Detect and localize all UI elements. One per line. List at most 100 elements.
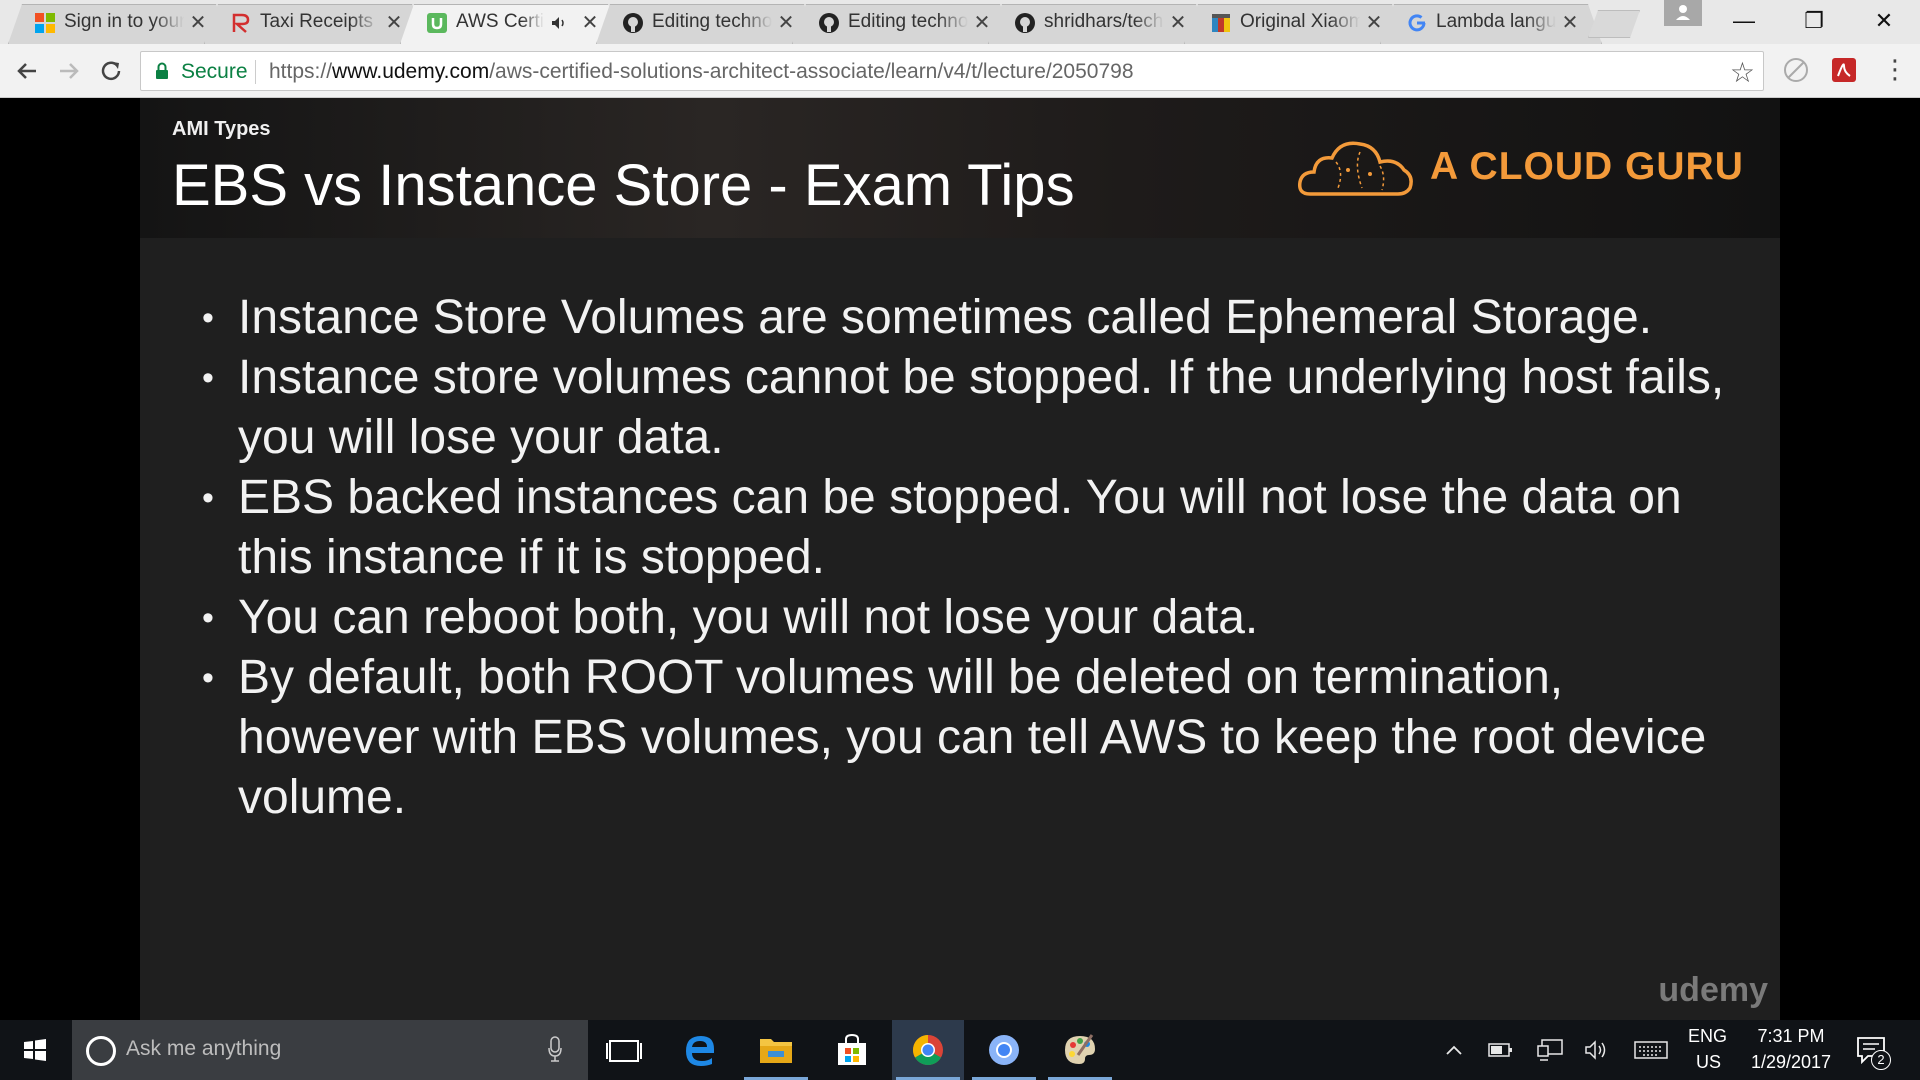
tab-title: shridhars/tech xyxy=(1044,11,1164,32)
tab-aws-certified[interactable]: AWS Certified ✕ xyxy=(400,4,622,44)
cloud-logo-icon xyxy=(1297,141,1413,196)
bullet-item: • Instance Store Volumes are sometimes ca… xyxy=(190,288,1750,348)
tab-original-xiaomi[interactable]: Original Xiaom ✕ xyxy=(1184,4,1406,44)
bullet-dot: • xyxy=(202,359,214,397)
bullet-item: • Instance store volumes cannot be stoppe… xyxy=(190,348,1750,468)
input-language[interactable]: ENG xyxy=(1688,1026,1727,1047)
chevron-up-icon[interactable] xyxy=(1444,1040,1464,1060)
tab-strip: Sign in to your ✕ Taxi Receipts ✕ AWS Ce… xyxy=(0,0,1920,44)
bullet-dot: • xyxy=(202,299,214,337)
secure-label: Secure xyxy=(181,60,248,83)
paint-palette-icon xyxy=(1065,1034,1095,1064)
pdf-extension-icon[interactable] xyxy=(1830,56,1858,84)
chromium-icon xyxy=(989,1035,1019,1065)
audio-playing-icon[interactable] xyxy=(550,14,568,32)
person-icon xyxy=(1676,5,1690,20)
tab-lambda[interactable]: Lambda langu ✕ xyxy=(1380,4,1602,44)
clock-date[interactable]: 1/29/2017 xyxy=(1746,1052,1836,1073)
task-view-button[interactable] xyxy=(588,1020,660,1080)
microphone-icon[interactable] xyxy=(548,1036,562,1062)
taskbar-paint[interactable] xyxy=(1044,1020,1116,1080)
section-label: AMI Types xyxy=(172,118,271,140)
taskbar-chrome[interactable] xyxy=(892,1020,964,1080)
bullet-item: • By default, both ROOT volumes will be d… xyxy=(190,648,1750,828)
store-bag-icon xyxy=(838,1033,866,1065)
omnibox-divider xyxy=(255,60,256,84)
slide-title: EBS vs Instance Store - Exam Tips xyxy=(172,153,1075,218)
tab-close-icon[interactable]: ✕ xyxy=(1558,10,1582,35)
slide-header: AMI Types EBS vs Instance Store - Exam T… xyxy=(140,98,1780,238)
taskbar-edge[interactable] xyxy=(664,1020,736,1080)
bullet-list: • Instance Store Volumes are sometimes ca… xyxy=(190,288,1750,828)
volume-icon[interactable] xyxy=(1584,1038,1610,1062)
bullet-dot: • xyxy=(202,659,214,697)
udemy-icon xyxy=(427,13,447,33)
bullet-text: Instance store volumes cannot be stopped… xyxy=(238,351,1725,464)
tab-sign-in[interactable]: Sign in to your ✕ xyxy=(8,4,230,44)
edge-browser-icon xyxy=(686,1036,714,1066)
forward-arrow-icon[interactable] xyxy=(54,56,84,86)
bullet-text: You can reboot both, you will not lose y… xyxy=(238,591,1259,644)
windows-taskbar: Ask me anything ENG US 7:31 PM 1/29/2017… xyxy=(0,1020,1920,1080)
taskbar-store[interactable] xyxy=(816,1020,888,1080)
bullet-dot: • xyxy=(202,479,214,517)
tab-editing-1[interactable]: Editing techno ✕ xyxy=(596,4,818,44)
profile-avatar[interactable] xyxy=(1664,0,1702,26)
reload-icon[interactable] xyxy=(96,56,126,86)
lock-icon xyxy=(156,62,168,79)
bullet-text: By default, both ROOT volumes will be de… xyxy=(238,651,1707,824)
cortana-icon xyxy=(86,1036,116,1066)
battery-icon[interactable] xyxy=(1488,1040,1514,1060)
folder-icon xyxy=(760,1039,792,1063)
github-icon xyxy=(1015,13,1035,33)
extension-disabled-icon[interactable] xyxy=(1782,56,1810,84)
bullet-item: • EBS backed instances can be stopped. Yo… xyxy=(190,468,1750,588)
tab-title: Original Xiaom xyxy=(1240,11,1360,32)
close-window-button[interactable]: ✕ xyxy=(1856,4,1912,38)
github-icon xyxy=(819,13,839,33)
logo-text: A CLOUD GURU xyxy=(1430,145,1744,188)
windows-logo-icon xyxy=(24,1039,46,1061)
menu-kebab-icon[interactable]: ⋮ xyxy=(1882,54,1908,85)
url-text[interactable]: https://www.udemy.com/aws-certified-solu… xyxy=(269,60,1134,84)
lecture-slide: AMI Types EBS vs Instance Store - Exam T… xyxy=(140,98,1780,1020)
tab-title: AWS Certified xyxy=(456,11,544,32)
browser-toolbar: Secure https://www.udemy.com/aws-certifi… xyxy=(0,44,1920,98)
tab-title: Lambda langu xyxy=(1436,11,1556,32)
tab-taxi-receipts[interactable]: Taxi Receipts ✕ xyxy=(204,4,426,44)
bullet-text: Instance Store Volumes are sometimes cal… xyxy=(238,291,1653,344)
address-bar[interactable]: Secure https://www.udemy.com/aws-certifi… xyxy=(140,51,1764,91)
bookmark-star-icon[interactable]: ☆ xyxy=(1730,56,1755,89)
keyboard-icon[interactable] xyxy=(1634,1040,1668,1060)
clock-time[interactable]: 7:31 PM xyxy=(1746,1026,1836,1047)
search-placeholder: Ask me anything xyxy=(126,1037,282,1060)
start-button[interactable] xyxy=(0,1020,70,1080)
network-icon[interactable] xyxy=(1536,1038,1564,1062)
restore-button[interactable]: ❐ xyxy=(1786,4,1842,38)
google-icon xyxy=(1408,14,1426,32)
minimize-button[interactable]: — xyxy=(1716,4,1772,38)
bullet-item: • You can reboot both, you will not lose … xyxy=(190,588,1750,648)
cortana-search-box[interactable]: Ask me anything xyxy=(72,1020,588,1080)
url-scheme: https:// xyxy=(269,60,333,83)
taskbar-chrome-app[interactable] xyxy=(968,1020,1040,1080)
chrome-icon xyxy=(912,1035,943,1066)
url-path: /aws-certified-solutions-architect-assoc… xyxy=(489,60,1134,83)
tab-title: Sign in to your xyxy=(64,11,184,32)
udemy-watermark: udemy xyxy=(1658,971,1768,1009)
bullet-text: EBS backed instances can be stopped. You… xyxy=(238,471,1682,584)
tab-editing-2[interactable]: Editing techno ✕ xyxy=(792,4,1014,44)
shop-icon xyxy=(1212,14,1230,32)
tab-title: Editing techno xyxy=(652,11,772,32)
bullet-dot: • xyxy=(202,599,214,637)
task-view-icon xyxy=(606,1040,642,1062)
notification-count-badge: 2 xyxy=(1871,1050,1891,1070)
tab-shridhars[interactable]: shridhars/tech ✕ xyxy=(988,4,1210,44)
tab-title: Editing techno xyxy=(848,11,968,32)
taskbar-file-explorer[interactable] xyxy=(740,1020,812,1080)
video-player[interactable]: AMI Types EBS vs Instance Store - Exam T… xyxy=(0,98,1920,1020)
back-arrow-icon[interactable] xyxy=(12,56,42,86)
input-region[interactable]: US xyxy=(1696,1052,1721,1073)
github-icon xyxy=(623,13,643,33)
tab-title: Taxi Receipts xyxy=(260,11,373,32)
